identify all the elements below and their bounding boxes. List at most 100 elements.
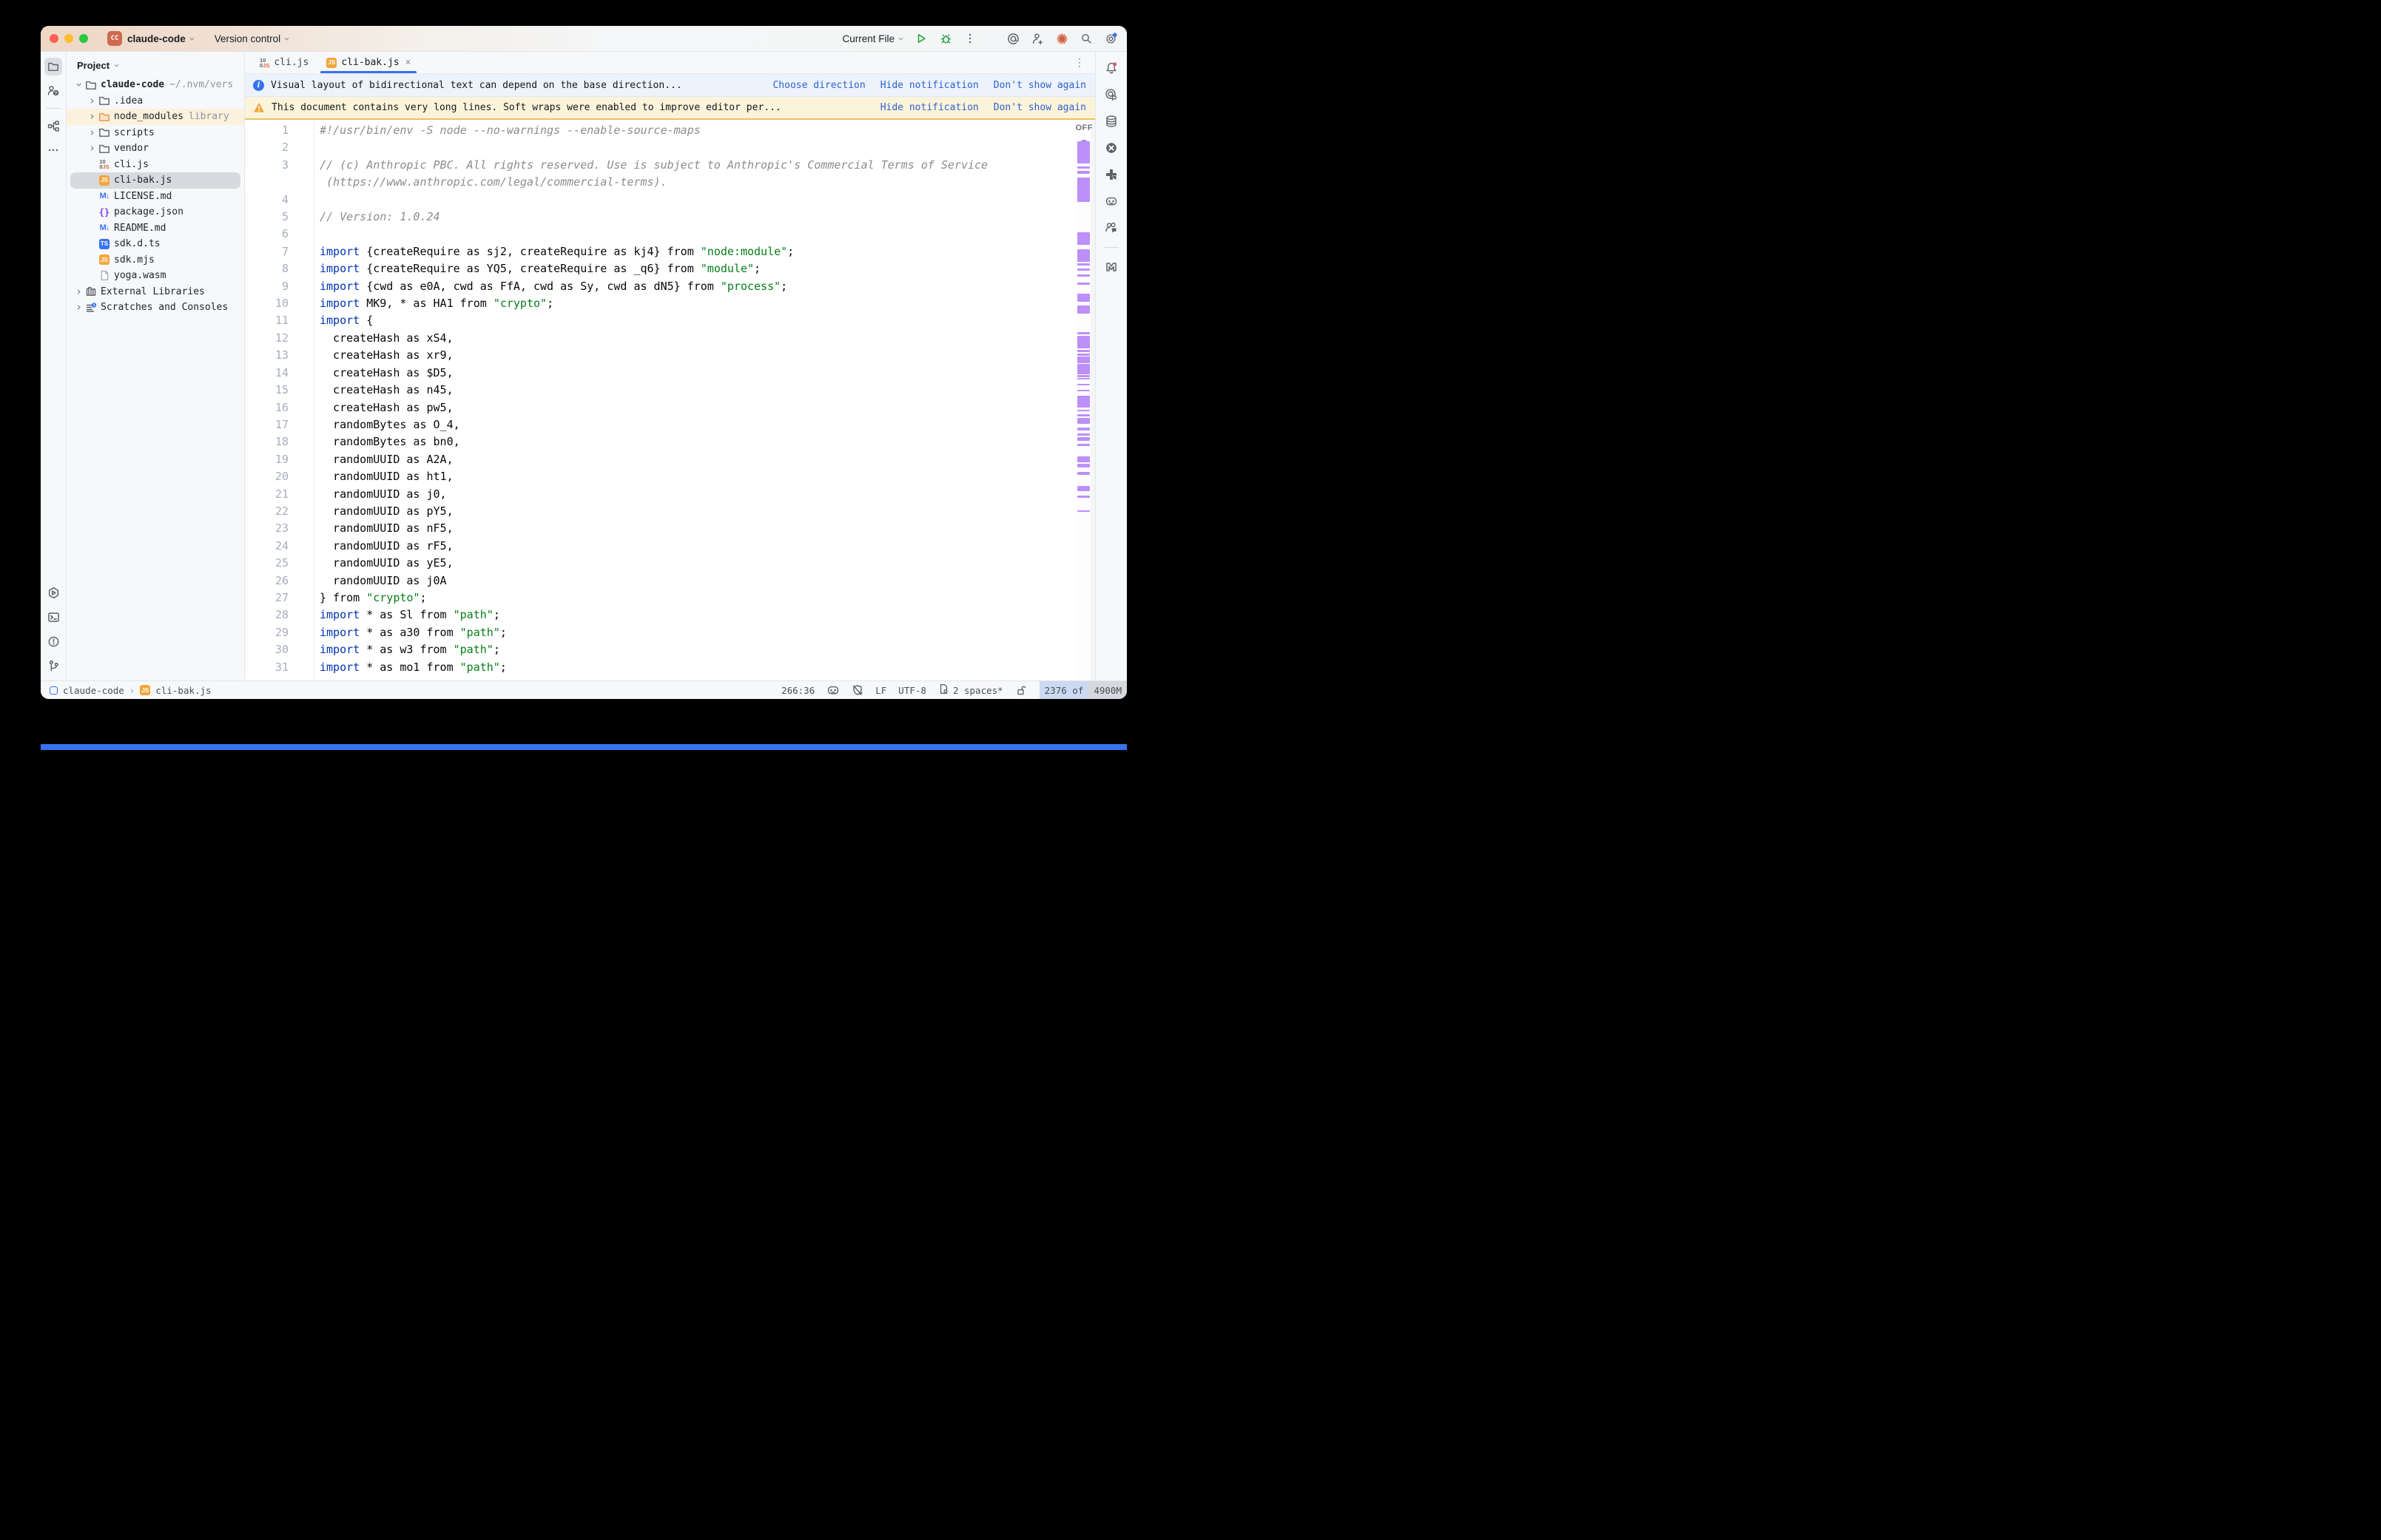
ai-chat-icon[interactable] <box>1102 86 1120 104</box>
chevron-right-icon[interactable] <box>86 129 98 136</box>
notification-link-don-t-show-again[interactable]: Don't show again <box>994 102 1086 113</box>
git-branch-icon[interactable] <box>44 657 62 675</box>
line-number[interactable]: 13 <box>245 347 289 364</box>
tree-item-sdk-d-ts[interactable]: TSsdk.d.ts <box>67 236 244 252</box>
search-icon[interactable] <box>1079 31 1094 46</box>
debug-icon[interactable] <box>938 31 953 46</box>
chevron-right-icon[interactable] <box>73 304 84 311</box>
line-number[interactable]: 3 <box>245 157 289 174</box>
close-window-button[interactable] <box>50 34 58 43</box>
line-number[interactable]: 30 <box>245 641 289 658</box>
project-folder-icon[interactable] <box>44 58 62 75</box>
tree-item-scripts[interactable]: scripts <box>67 125 244 141</box>
robot-icon[interactable] <box>1102 192 1120 210</box>
memory-indicator[interactable]: 2376 of 4900M <box>1040 681 1127 699</box>
run-icon[interactable] <box>914 31 929 46</box>
line-number[interactable]: 20 <box>245 468 289 485</box>
at-mention-icon[interactable] <box>1006 31 1020 46</box>
tree-item-license-md[interactable]: M↓LICENSE.md <box>67 189 244 205</box>
line-number[interactable] <box>245 174 289 191</box>
line-number[interactable]: 15 <box>245 382 289 399</box>
line-number[interactable]: 11 <box>245 312 289 329</box>
line-number[interactable]: 12 <box>245 330 289 347</box>
encoding-widget[interactable]: UTF-8 <box>898 685 926 696</box>
scrollbar-track[interactable] <box>1091 120 1095 680</box>
tree-item-vendor[interactable]: vendor <box>67 141 244 157</box>
x-circle-icon[interactable] <box>1102 139 1120 157</box>
structure-icon[interactable] <box>44 117 62 135</box>
settings-icon[interactable] <box>1103 31 1118 46</box>
line-number[interactable]: 25 <box>245 555 289 572</box>
users-chat-icon[interactable] <box>1102 219 1120 237</box>
people-question-icon[interactable]: ? <box>44 82 62 100</box>
chevron-right-icon[interactable] <box>86 98 98 104</box>
more-horizontal-icon[interactable] <box>44 141 62 159</box>
line-number[interactable]: 22 <box>245 503 289 520</box>
tree-item-readme-md[interactable]: M↓README.md <box>67 220 244 237</box>
notification-link-hide-notification[interactable]: Hide notification <box>880 80 979 91</box>
tree-item-cli-js[interactable]: 100JScli.js <box>67 157 244 173</box>
tree-item--idea[interactable]: .idea <box>67 93 244 109</box>
add-user-icon[interactable] <box>1030 31 1045 46</box>
tree-item-claude-code[interactable]: claude-code~/.nvm/vers <box>67 77 244 93</box>
indent-widget[interactable]: 2 spaces* <box>938 683 1003 697</box>
chevron-down-icon[interactable] <box>73 81 84 88</box>
tree-item-sdk-mjs[interactable]: JSsdk.mjs <box>67 252 244 269</box>
line-number[interactable]: 29 <box>245 624 289 641</box>
line-number[interactable]: 7 <box>245 243 289 260</box>
inspections-off-icon[interactable] <box>852 684 863 696</box>
vcs-menu[interactable]: Version control <box>215 33 290 44</box>
database-icon[interactable] <box>1102 112 1120 130</box>
line-number[interactable]: 18 <box>245 433 289 450</box>
line-separator-widget[interactable]: LF <box>875 685 886 696</box>
notification-link-hide-notification[interactable]: Hide notification <box>880 102 979 113</box>
line-number[interactable]: 23 <box>245 520 289 537</box>
chevron-right-icon[interactable] <box>73 288 84 295</box>
tree-item-cli-bak-js[interactable]: JScli-bak.js <box>70 172 240 189</box>
tree-item-yoga-wasm[interactable]: yoga.wasm <box>67 268 244 284</box>
line-number[interactable]: 4 <box>245 192 289 209</box>
line-number[interactable]: 10 <box>245 295 289 312</box>
more-vertical-icon[interactable] <box>963 31 977 46</box>
line-number[interactable]: 19 <box>245 451 289 468</box>
line-number[interactable]: 1 <box>245 122 289 139</box>
line-number[interactable]: 2 <box>245 139 289 156</box>
tree-item-package-json[interactable]: {}package.json <box>67 204 244 220</box>
chevron-right-icon[interactable] <box>86 113 98 120</box>
breadcrumb-project[interactable]: claude-code <box>63 685 124 696</box>
markdown-m-icon[interactable] <box>1102 258 1120 276</box>
tree-item-node-modules[interactable]: node_moduleslibrary <box>67 109 244 125</box>
services-icon[interactable] <box>44 584 62 601</box>
tree-item-scratches-and-consoles[interactable]: Scratches and Consoles <box>67 300 244 316</box>
line-number[interactable]: 17 <box>245 416 289 433</box>
notification-link-don-t-show-again[interactable]: Don't show again <box>994 80 1086 91</box>
line-number[interactable]: 24 <box>245 538 289 555</box>
line-number[interactable]: 14 <box>245 365 289 382</box>
extensions-icon[interactable] <box>1102 166 1120 183</box>
tree-item-external-libraries[interactable]: External Libraries <box>67 284 244 300</box>
line-number[interactable]: 6 <box>245 226 289 243</box>
line-number[interactable]: 16 <box>245 399 289 416</box>
line-number[interactable]: 28 <box>245 607 289 624</box>
line-number[interactable]: 5 <box>245 209 289 226</box>
breadcrumb-file[interactable]: cli-bak.js <box>155 685 211 696</box>
caret-position-widget[interactable]: 266:36 <box>781 685 815 696</box>
tab-cli-bak-js[interactable]: JScli-bak.js× <box>317 52 420 73</box>
tab-cli-js[interactable]: 100JScli.js <box>251 52 317 73</box>
line-number[interactable]: 31 <box>245 659 289 676</box>
line-number[interactable]: 9 <box>245 278 289 295</box>
claude-asterisk-icon[interactable] <box>1054 31 1069 46</box>
line-number[interactable]: 21 <box>245 486 289 503</box>
terminal-icon[interactable] <box>44 608 62 626</box>
tab-options-icon[interactable]: ⋮ <box>1064 52 1095 73</box>
line-number[interactable]: 8 <box>245 260 289 277</box>
line-number[interactable]: 26 <box>245 573 289 590</box>
problems-icon[interactable] <box>44 632 62 650</box>
highlighting-off-label[interactable]: OFF <box>1076 124 1094 132</box>
notification-link-choose-direction[interactable]: Choose direction <box>772 80 865 91</box>
line-number[interactable]: 27 <box>245 590 289 607</box>
code-editor[interactable]: 1#!/usr/bin/env -S node --no-warnings --… <box>245 120 1077 680</box>
notifications-bell-icon[interactable] <box>1102 59 1120 77</box>
lock-open-icon[interactable] <box>1015 685 1026 696</box>
run-configuration-selector[interactable]: Current File <box>842 33 904 44</box>
